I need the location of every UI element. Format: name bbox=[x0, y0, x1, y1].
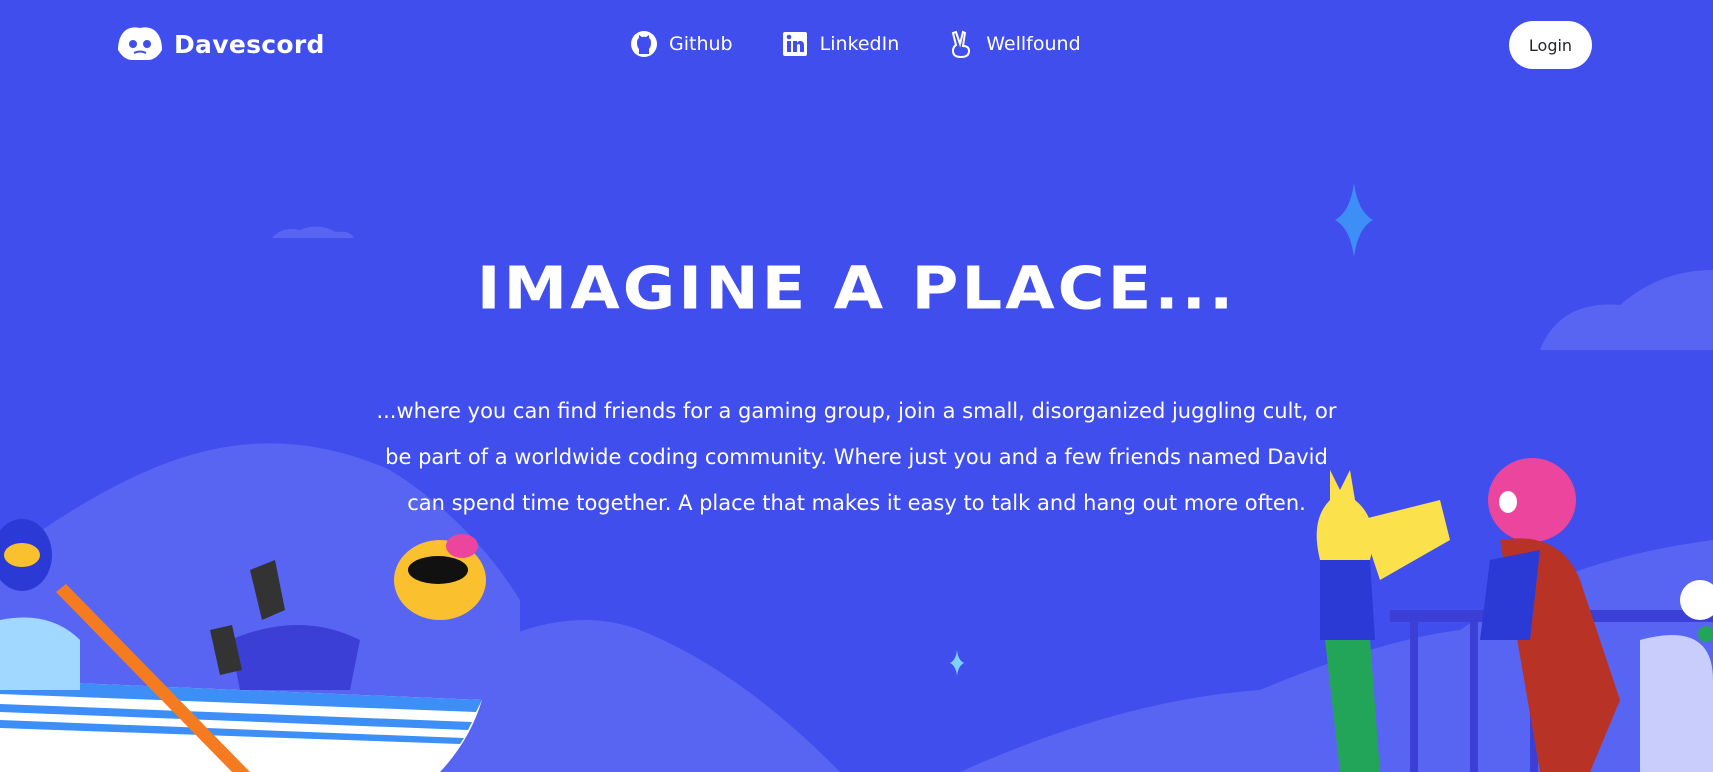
davescord-logo-icon bbox=[118, 27, 162, 60]
login-button[interactable]: Login bbox=[1509, 21, 1592, 69]
nav-link-label: LinkedIn bbox=[819, 33, 900, 55]
sparkle-small bbox=[950, 650, 964, 676]
nav-links: Github LinkedIn Wellfound bbox=[630, 30, 1129, 58]
hill-mid bbox=[460, 620, 840, 772]
hero-illustration bbox=[0, 183, 1713, 772]
top-nav: Davescord Github LinkedIn Wellfound Logi… bbox=[0, 0, 1713, 90]
brand-name: Davescord bbox=[174, 29, 325, 59]
wellfound-icon bbox=[952, 30, 971, 58]
nav-link-linkedin[interactable]: LinkedIn bbox=[781, 30, 900, 58]
sparkle-large bbox=[1335, 183, 1373, 257]
landing-page: Davescord Github LinkedIn Wellfound Logi… bbox=[0, 0, 1713, 772]
cloud-left bbox=[272, 226, 354, 238]
nav-link-label: Github bbox=[669, 33, 733, 55]
nav-link-label: Wellfound bbox=[986, 33, 1081, 55]
nav-link-github[interactable]: Github bbox=[630, 30, 733, 58]
linkedin-icon bbox=[782, 32, 807, 56]
brand-logo-link[interactable]: Davescord bbox=[118, 26, 325, 62]
hero-description: ...where you can find friends for a gami… bbox=[376, 399, 1337, 515]
nav-link-wellfound[interactable]: Wellfound bbox=[947, 30, 1081, 58]
github-icon bbox=[631, 31, 657, 57]
hero-title: IMAGINE A PLACE... bbox=[476, 254, 1237, 324]
